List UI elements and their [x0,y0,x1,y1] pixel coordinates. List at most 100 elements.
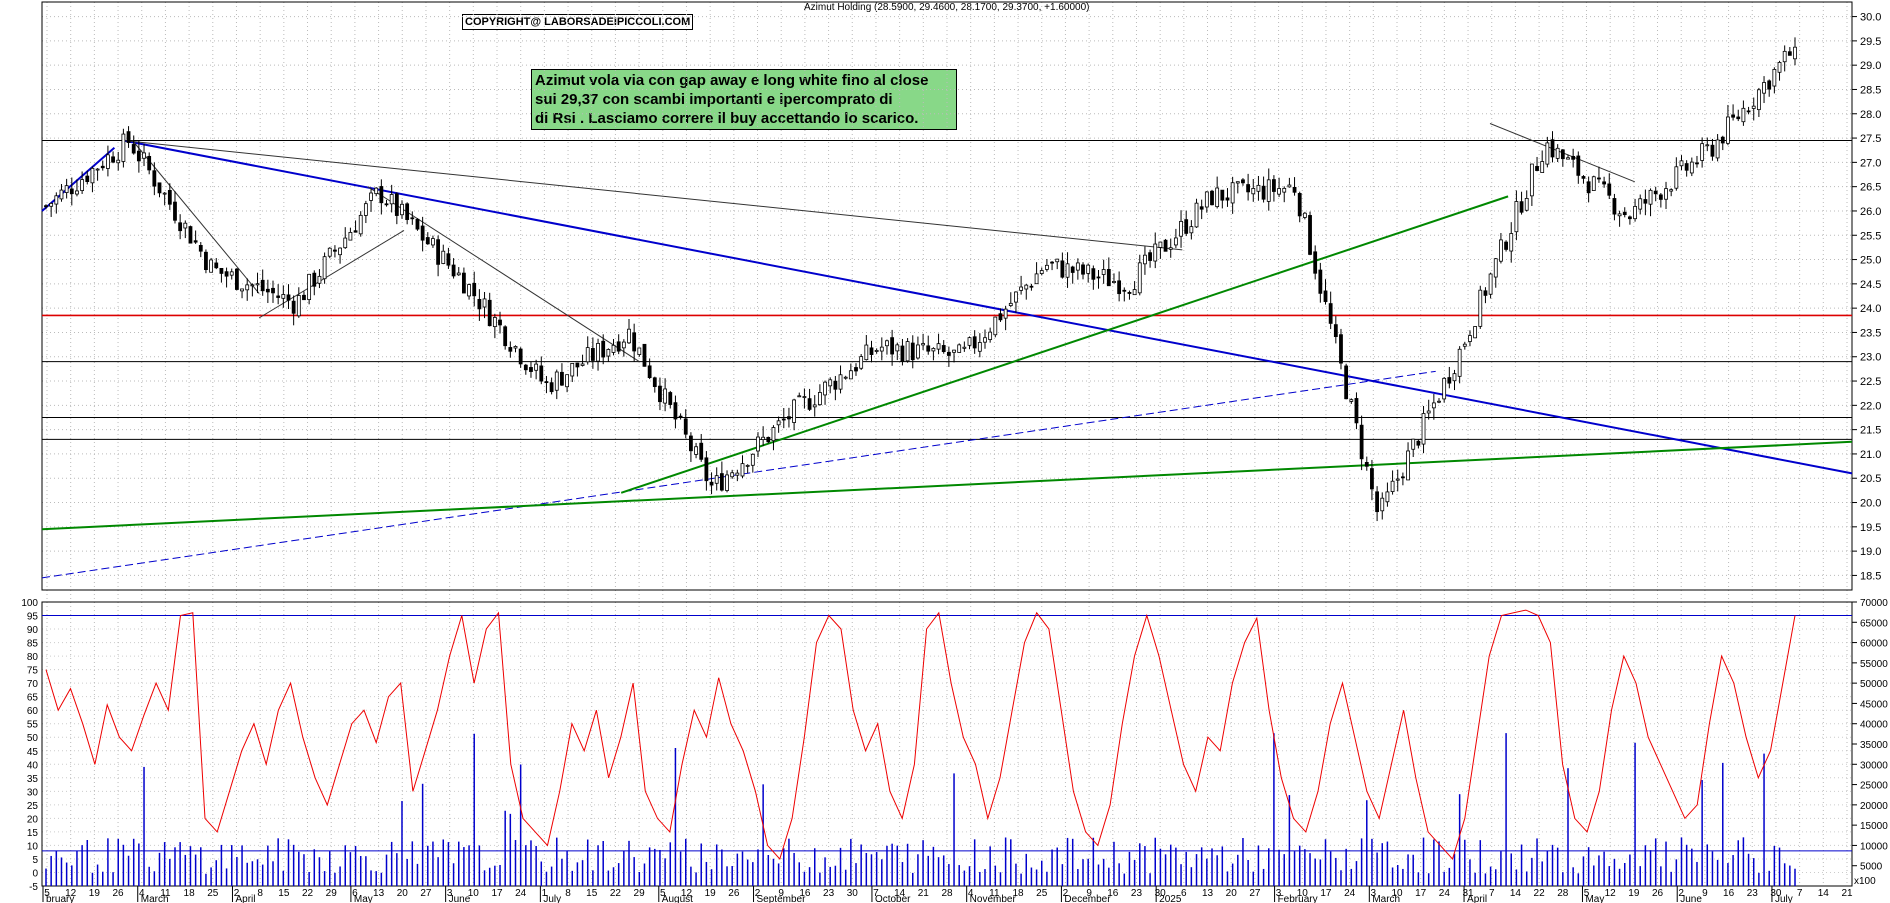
black-candle [1643,199,1648,204]
white-candle [1235,181,1240,184]
white-candle [106,154,110,169]
black-candle [276,295,281,298]
black-candle [1720,136,1725,144]
white-candle [358,214,363,235]
month-label: December [1064,894,1111,903]
date-tick-label: 22 [1534,888,1546,899]
white-candle [64,185,69,193]
black-candle [1091,268,1096,280]
price-tick-label: 30.0 [1860,12,1881,24]
black-candle [1483,290,1488,296]
date-tick-label: 28 [1557,888,1569,899]
black-candle [1127,292,1132,294]
black-candle [1684,163,1689,171]
white-candle [1648,189,1653,205]
white-candle [1756,89,1761,111]
trend-line [620,195,1509,494]
white-candle [1679,160,1684,167]
black-candle [1736,116,1741,120]
white-candle [983,337,987,343]
black-candle [1292,186,1297,193]
black-candle [1323,290,1328,302]
month-label: March [1372,894,1400,903]
date-tick-label: 19 [89,888,101,899]
black-candle [1148,252,1152,261]
black-candle [1607,183,1612,196]
date-tick-label: 24 [1439,888,1451,899]
white-candle [936,343,941,350]
white-candle [1777,62,1782,73]
black-candle [1731,114,1735,118]
black-candle [234,268,239,290]
black-candle [333,249,337,252]
black-candle [1519,201,1524,213]
date-tick-label: 26 [728,888,740,899]
black-candle [1612,198,1617,215]
month-label: June [449,894,471,903]
white-candle [957,344,962,353]
white-candle [1793,46,1797,60]
black-candle [379,186,384,204]
black-candle [590,348,595,361]
date-tick-label: 20 [1226,888,1238,899]
white-candle [467,284,471,297]
price-tick-label: 19.0 [1860,546,1881,558]
black-candle [689,435,693,452]
white-candle [240,288,244,292]
white-candle [1545,142,1550,165]
black-candle [265,288,270,293]
rsi-tick-label: 10 [27,841,39,852]
white-candle [229,271,234,276]
price-tick-label: 20.5 [1860,473,1881,485]
black-candle [405,203,410,220]
white-candle [761,436,766,440]
white-candle [993,316,998,336]
rsi-axis-left: -5 0 5 10 15 20 25 30 35 40 45 50 55 60 65 70 75 80 85 90 95… [21,598,38,893]
white-candle [977,342,982,352]
date-tick-label: 17 [1415,888,1427,899]
black-candle [198,245,203,252]
black-candle [941,345,946,353]
black-candle [1060,260,1065,278]
white-candle [916,344,920,359]
white-candle [1421,413,1426,445]
price-tick-label: 18.5 [1860,570,1881,582]
black-candle [518,348,523,365]
black-candle [704,457,709,482]
white-candle [431,238,435,246]
volume-tick-label: 40000 [1860,720,1888,731]
black-candle [1560,149,1565,160]
black-candle [415,218,420,230]
white-candle [1700,143,1705,161]
white-candle [317,275,322,284]
white-candle [1256,184,1261,192]
white-candle [1493,258,1498,278]
white-candle [54,195,59,205]
black-candle [178,222,183,232]
price-axis-right: 18.5 19.0 19.5 20.0 20.5 21.0 21.5 22.0 22.5 23.0… [1852,12,1888,887]
white-candle [1215,187,1220,208]
rsi-tick-label: 40 [27,760,39,771]
price-tick-label: 23.0 [1860,352,1881,364]
rsi-tick-label: 80 [27,652,39,663]
black-candle [946,351,951,356]
white-candle [725,474,729,491]
black-candle [652,377,657,387]
white-candle [823,381,827,396]
price-tick-label: 27.5 [1860,133,1881,145]
white-candle [570,363,575,377]
date-tick-label: 23 [1747,888,1759,899]
white-candle [1395,478,1400,481]
black-candle [1344,365,1349,400]
white-candle [1591,176,1596,191]
date-tick-label: 27 [1249,888,1261,899]
date-tick-label: 24 [1344,888,1356,899]
black-candle [1787,51,1792,56]
white-candle [1204,191,1209,208]
black-candle [1359,424,1364,460]
date-tick-label: 19 [1628,888,1640,899]
black-candle [1364,462,1369,467]
black-candle [219,267,224,274]
black-candle [900,345,905,362]
date-tick-label: 25 [1036,888,1048,899]
